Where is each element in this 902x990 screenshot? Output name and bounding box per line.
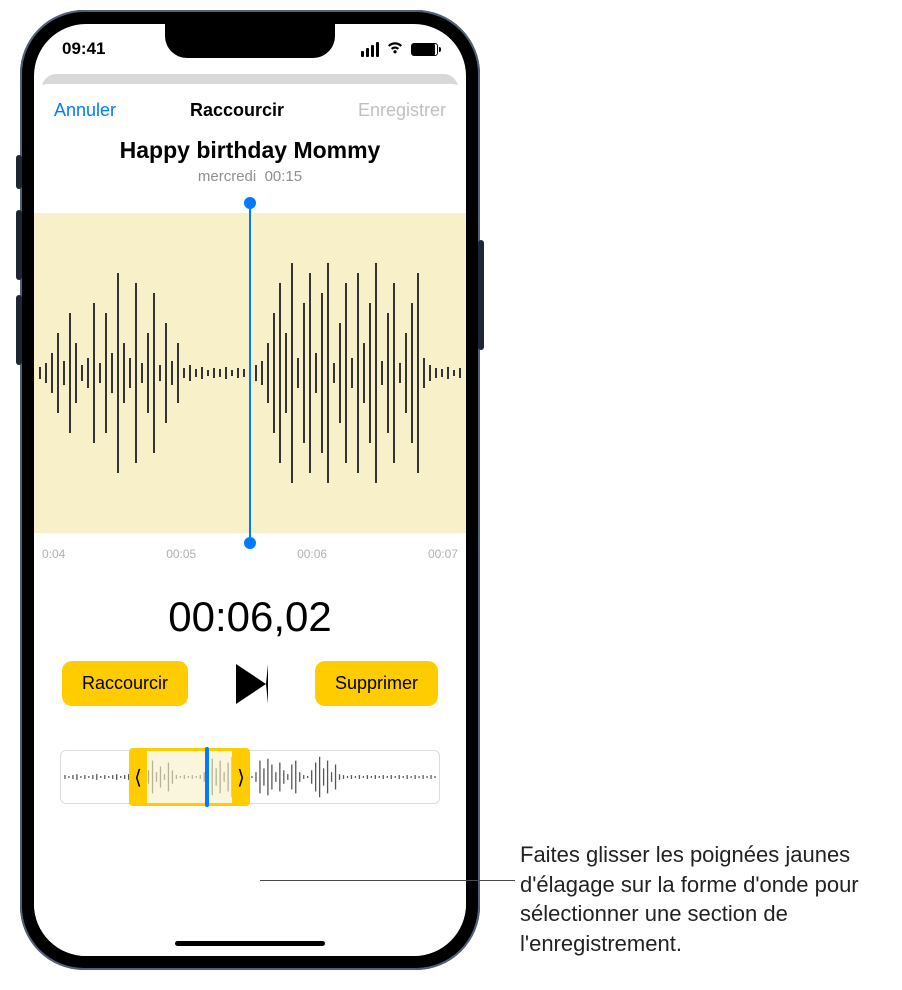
time-ticks: 0:04 00:05 00:06 00:07 — [34, 547, 466, 561]
wifi-icon — [385, 39, 405, 59]
trim-selection[interactable]: ⟨ ⟩ — [129, 748, 250, 806]
playhead[interactable] — [249, 205, 251, 541]
overview-waveform[interactable]: ⟨ ⟩ — [60, 750, 440, 804]
timecode: 00:06,02 — [34, 593, 466, 641]
mini-waveform-svg — [61, 751, 439, 803]
silence-switch — [16, 155, 22, 189]
home-indicator[interactable] — [175, 941, 325, 946]
status-icons — [361, 39, 438, 59]
cancel-button[interactable]: Annuler — [54, 100, 116, 121]
screen: 09:41 Annuler Raccourcir Enregistrer Hap… — [34, 24, 466, 956]
recording-duration: 00:15 — [265, 168, 303, 185]
chevron-right-icon: ⟩ — [237, 765, 245, 790]
power-button — [478, 240, 484, 350]
delete-button[interactable]: Supprimer — [315, 661, 438, 706]
recording-title: Happy birthday Mommy — [34, 137, 466, 164]
recording-subtitle: mercredi 00:15 — [34, 168, 466, 185]
recording-day: mercredi — [198, 168, 256, 185]
battery-icon — [411, 43, 438, 56]
notch — [165, 24, 335, 58]
tick-label: 00:05 — [166, 547, 196, 561]
controls-row: Raccourcir Supprimer — [34, 641, 466, 726]
nav-title: Raccourcir — [190, 100, 284, 121]
trim-handle-right[interactable]: ⟩ — [232, 751, 250, 803]
save-button: Enregistrer — [358, 100, 446, 121]
waveform-large[interactable]: 0:04 00:05 00:06 00:07 — [34, 213, 466, 533]
play-icon[interactable] — [236, 664, 268, 704]
recording-header: Happy birthday Mommy mercredi 00:15 — [34, 137, 466, 185]
trim-button[interactable]: Raccourcir — [62, 661, 188, 706]
trim-sheet: Annuler Raccourcir Enregistrer Happy bir… — [34, 84, 466, 956]
phone-frame: 09:41 Annuler Raccourcir Enregistrer Hap… — [20, 10, 480, 970]
tick-label: 00:06 — [297, 547, 327, 561]
cellular-icon — [361, 42, 379, 57]
callout-text: Faites glisser les poignées jaunes d'éla… — [520, 840, 890, 959]
overview-playhead[interactable] — [205, 747, 209, 807]
status-time: 09:41 — [62, 39, 105, 59]
chevron-left-icon: ⟨ — [134, 765, 142, 790]
volume-up-button — [16, 210, 22, 280]
volume-down-button — [16, 295, 22, 365]
trim-handle-left[interactable]: ⟨ — [129, 751, 147, 803]
nav-bar: Annuler Raccourcir Enregistrer — [34, 84, 466, 129]
tick-label: 0:04 — [42, 547, 65, 561]
tick-label: 00:07 — [428, 547, 458, 561]
callout-leader-line — [260, 880, 515, 881]
